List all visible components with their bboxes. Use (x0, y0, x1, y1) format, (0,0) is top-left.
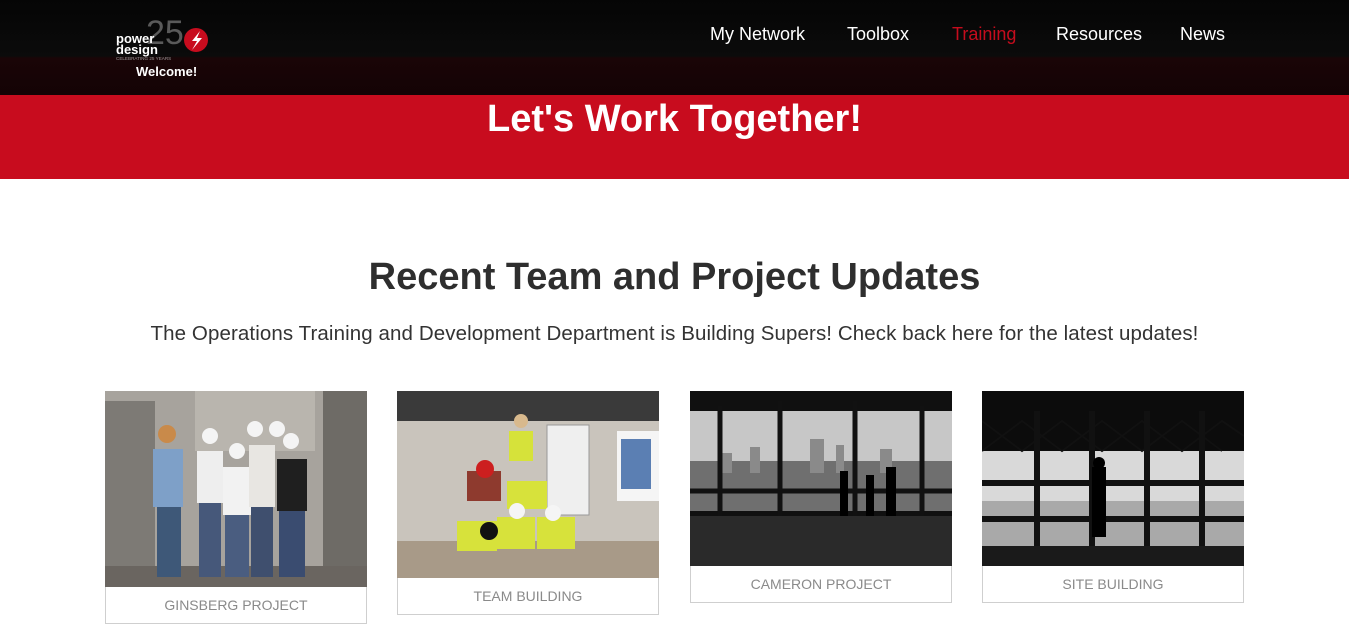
power-design-logo[interactable]: 25 power design CELEBRATING 25 YEARS (112, 10, 222, 68)
logo-brand-line2: design (116, 42, 158, 57)
card-caption[interactable]: TEAM BUILDING (397, 578, 659, 615)
logo-graphic: 25 power design CELEBRATING 25 YEARS (116, 14, 208, 61)
section-subtitle: The Operations Training and Development … (150, 322, 1199, 345)
card-caption[interactable]: CAMERON PROJECT (690, 566, 952, 603)
team-photo-hardhats (105, 391, 367, 587)
update-card-cameron[interactable]: CAMERON PROJECT (690, 391, 952, 603)
human-pyramid-photo (397, 391, 659, 578)
top-header: 25 power design CELEBRATING 25 YEARS Wel… (0, 0, 1349, 95)
welcome-text: Welcome! (136, 64, 198, 79)
logo-tagline: CELEBRATING 25 YEARS (116, 56, 171, 61)
nav-news[interactable]: News (1180, 24, 1225, 45)
city-window-silhouettes-photo (690, 391, 952, 566)
nav-toolbox[interactable]: Toolbox (847, 24, 909, 45)
card-caption[interactable]: GINSBERG PROJECT (105, 587, 367, 624)
update-card-ginsberg[interactable]: GINSBERG PROJECT (105, 391, 367, 624)
nav-resources[interactable]: Resources (1056, 24, 1142, 45)
section-title: Recent Team and Project Updates (368, 256, 981, 298)
update-card-site-building[interactable]: SITE BUILDING (982, 391, 1244, 603)
update-card-team-building[interactable]: TEAM BUILDING (397, 391, 659, 615)
banner-title: Let's Work Together! (487, 98, 862, 140)
warehouse-window-silhouette-photo (982, 391, 1244, 566)
nav-training[interactable]: Training (952, 24, 1016, 45)
nav-my-network[interactable]: My Network (710, 24, 805, 45)
card-caption[interactable]: SITE BUILDING (982, 566, 1244, 603)
